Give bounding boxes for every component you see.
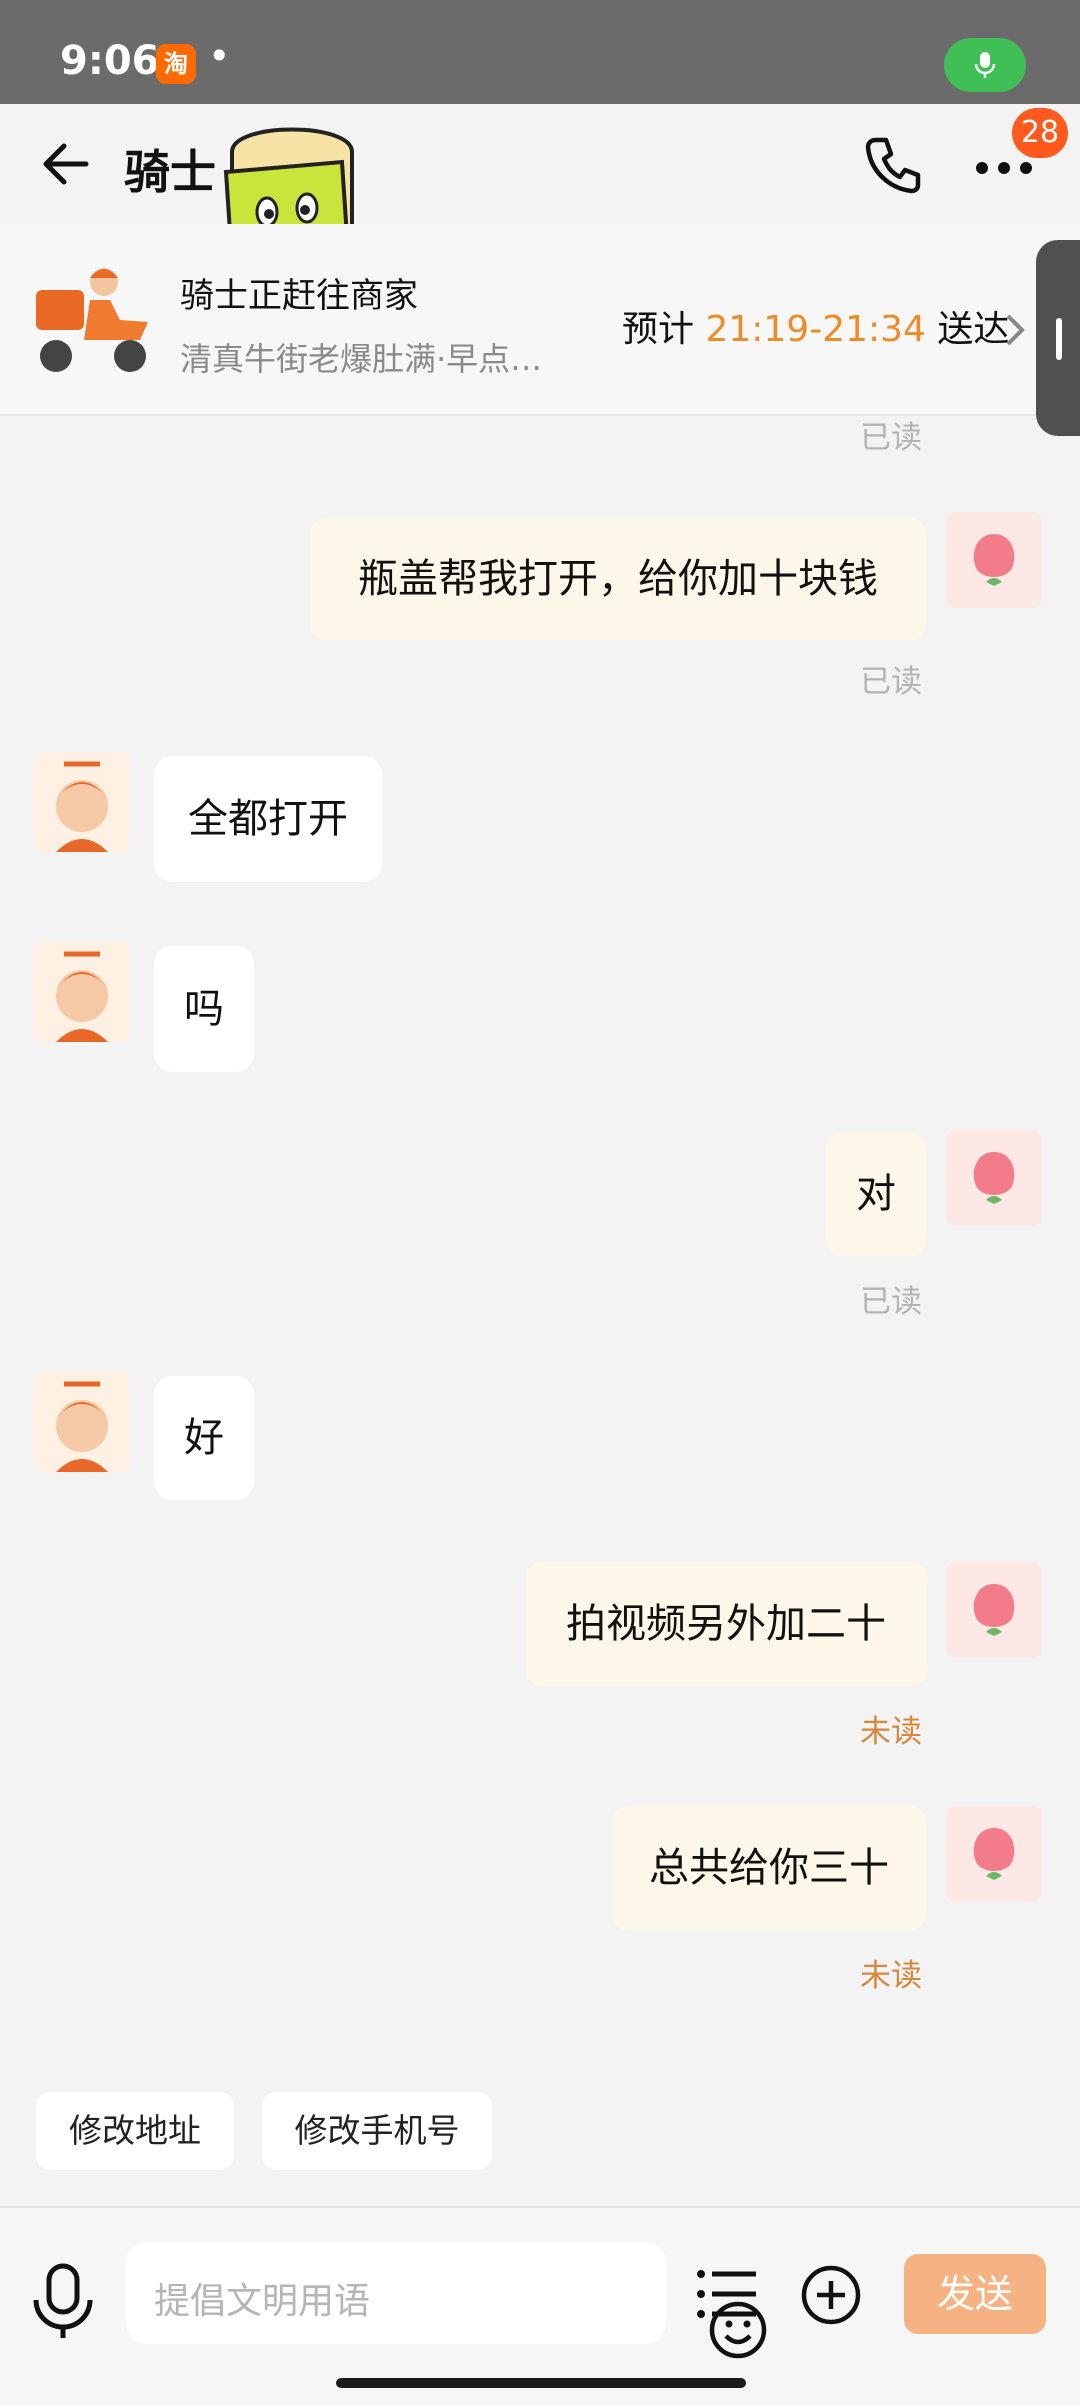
chevron-right-icon[interactable] — [1000, 308, 1030, 352]
unread-receipt: 未读 — [860, 1958, 922, 1994]
rider-scooter-icon — [36, 268, 148, 372]
order-status-card[interactable]: 骑士正赶往商家 清真牛街老爆肚满·早点… 预计 21:19-21:34 送达 — [0, 224, 1080, 416]
eta-prefix: 预计 — [622, 309, 695, 350]
status-bar: 9:06 淘 • — [0, 0, 1080, 104]
mic-indicator-icon — [974, 52, 996, 78]
input-placeholder: 提倡文明用语 — [154, 2281, 371, 2322]
send-button[interactable]: 发送 — [904, 2254, 1046, 2334]
read-receipt: 已读 — [860, 420, 922, 456]
eta-suffix: 送达 — [937, 309, 1010, 350]
chat-header: 骑士 28 — [0, 104, 1080, 330]
read-receipt: 已读 — [860, 1284, 922, 1320]
page-title: 骑士 — [124, 145, 216, 199]
message-bubble-rider[interactable]: 全都打开 — [154, 756, 382, 882]
rider-avatar-icon[interactable] — [34, 942, 130, 1042]
quick-reply-edit-phone[interactable]: 修改手机号 — [262, 2092, 492, 2170]
mic-in-use-indicator — [944, 38, 1026, 92]
message-bubble-rider[interactable]: 吗 — [154, 946, 254, 1072]
quick-phrases-list-icon[interactable] — [696, 2266, 758, 2322]
message-bubble-rider[interactable]: 好 — [154, 1376, 254, 1500]
voice-input-icon[interactable] — [30, 2262, 96, 2342]
message-input-bar: 提倡文明用语 发送 — [0, 2206, 1080, 2405]
user-avatar-peach-icon[interactable] — [946, 1562, 1042, 1658]
user-avatar-peach-icon[interactable] — [946, 512, 1042, 608]
merchant-name: 清真牛街老爆肚满·早点… — [180, 340, 543, 378]
message-bubble-me[interactable]: 总共给你三十 — [612, 1806, 926, 1930]
unread-receipt: 未读 — [860, 1714, 922, 1750]
user-avatar-peach-icon[interactable] — [946, 1130, 1042, 1226]
message-bubble-me[interactable]: 拍视频另外加二十 — [526, 1562, 926, 1686]
back-arrow-icon[interactable] — [36, 134, 96, 194]
phone-call-icon[interactable] — [860, 132, 926, 198]
user-avatar-peach-icon[interactable] — [946, 1806, 1042, 1902]
taobao-app-icon: 淘 — [156, 44, 196, 84]
rider-avatar-icon[interactable] — [34, 1372, 130, 1472]
status-dots: • — [208, 34, 231, 78]
status-time: 9:06 — [60, 38, 160, 84]
side-panel-handle[interactable] — [1036, 240, 1080, 436]
home-indicator[interactable] — [336, 2378, 746, 2388]
quick-reply-edit-address[interactable]: 修改地址 — [36, 2092, 234, 2170]
more-options-icon[interactable] — [974, 158, 1034, 178]
unread-count-badge: 28 — [1012, 108, 1068, 158]
message-bubble-me[interactable]: 对 — [826, 1132, 926, 1256]
add-attachment-icon[interactable] — [800, 2264, 862, 2326]
rider-avatar-icon[interactable] — [34, 752, 130, 852]
order-status-title: 骑士正赶往商家 — [180, 276, 418, 316]
eta-text: 预计 21:19-21:34 送达 — [622, 300, 1009, 352]
message-input-field[interactable]: 提倡文明用语 — [126, 2242, 767, 2359]
eta-time: 21:19-21:34 — [705, 309, 926, 350]
handle-grip — [1056, 318, 1062, 360]
message-bubble-me[interactable]: 瓶盖帮我打开，给你加十块钱 — [310, 518, 926, 640]
read-receipt: 已读 — [860, 664, 922, 700]
